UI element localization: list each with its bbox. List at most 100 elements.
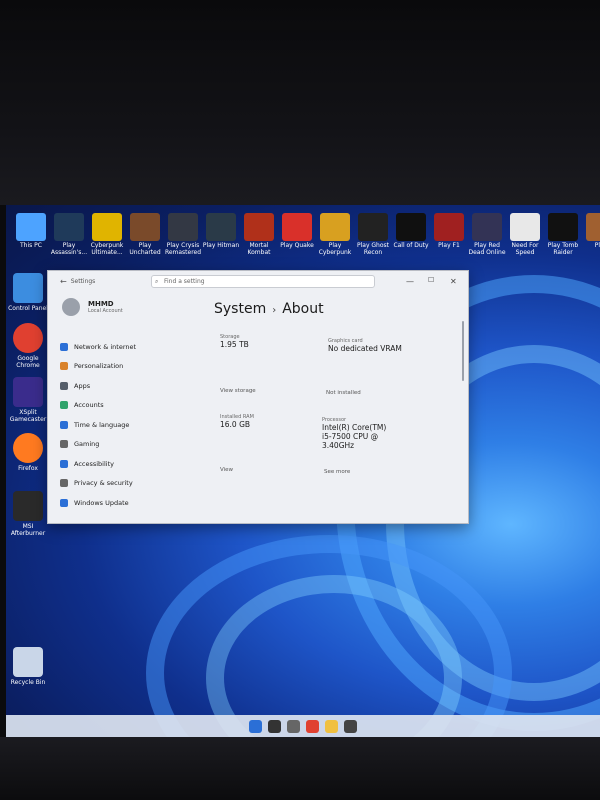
monitor-bezel-bottom [0, 737, 600, 800]
account-type: Local Account [88, 308, 123, 314]
desktop-icon-label: Play [594, 242, 600, 249]
processor-value: 3.40GHz [322, 441, 355, 450]
processor-spec[interactable]: Processor Intel(R) Core(TM) i5-7500 CPU … [322, 417, 386, 450]
settings-icon[interactable] [287, 719, 300, 733]
minimize-button[interactable]: — [406, 277, 414, 286]
search-icon[interactable] [268, 719, 281, 733]
chrome-icon[interactable] [306, 719, 319, 733]
nav-item[interactable]: Accessibility [60, 454, 180, 474]
app-icon [586, 213, 600, 241]
nav-item-label: Privacy & security [74, 479, 133, 488]
monitor-bezel-top [0, 0, 600, 205]
nav-item-label: Accessibility [74, 459, 114, 468]
shield-icon [60, 479, 68, 488]
app-icon [168, 213, 198, 241]
app-icon [320, 213, 350, 241]
desktop-icon[interactable]: Firefox [6, 433, 50, 472]
storage-spec[interactable]: Storage 1.95 TB [220, 334, 249, 349]
graphics-value: No dedicated VRAM [328, 344, 402, 353]
nav-item[interactable]: Apps [60, 376, 180, 396]
desktop-icon-label: Play Ghost Recon [356, 242, 390, 256]
page-title: About [282, 301, 324, 317]
desktop-icon-label: Play Tomb Raider [547, 242, 579, 256]
desktop-icon-label: Play Uncharted [129, 242, 161, 256]
user-name: MHMD [88, 300, 114, 308]
ram-value: 16.0 GB [220, 420, 251, 429]
nav-item-label: Time & language [74, 420, 130, 429]
nav-item[interactable]: Privacy & security [60, 474, 180, 494]
desktop-icon[interactable]: Need For Speed [506, 213, 544, 256]
desktop-icon-label: XSplit Gamecaster [9, 409, 47, 423]
breadcrumb-parent[interactable]: System [214, 301, 266, 317]
ram-link[interactable]: View [220, 467, 233, 473]
nav-item[interactable]: Network & internet [60, 337, 180, 357]
user-profile[interactable]: MHMD Local Account [62, 298, 123, 316]
globe-clock-icon [60, 420, 68, 429]
desktop-icon[interactable]: Play Red Dead Online [468, 213, 506, 256]
app-icon [13, 323, 43, 353]
app-icon [13, 433, 43, 463]
desktop-icon[interactable]: Play Uncharted [126, 213, 164, 256]
nav-item[interactable]: Personalization [60, 357, 180, 377]
desktop-icon[interactable]: Google Chrome [6, 323, 50, 369]
app-icon [548, 213, 578, 241]
app-icon [130, 213, 160, 241]
desktop-icon[interactable]: Play F1 [430, 213, 468, 249]
gear-icon[interactable] [344, 719, 357, 733]
app-icon [92, 213, 122, 241]
desktop-icon[interactable]: XSplit Gamecaster [6, 377, 50, 423]
nav-item[interactable]: Gaming [60, 435, 180, 455]
nav-item[interactable]: Windows Update [60, 493, 180, 513]
window-title: Settings [70, 277, 96, 285]
desktop-icon-label: This PC [20, 242, 42, 249]
app-icon [472, 213, 502, 241]
processor-value: i5-7500 CPU @ [322, 432, 379, 441]
search-input[interactable]: ⌕ Find a setting [151, 275, 375, 288]
desktop-icon[interactable]: Call of Duty [392, 213, 430, 249]
taskbar [6, 715, 600, 737]
desktop-icon[interactable]: Play Crysis Remastered [164, 213, 202, 256]
desktop-icon-label: Play Crysis Remastered [164, 242, 202, 256]
desktop-icon[interactable]: This PC [12, 213, 50, 249]
desktop-icon[interactable]: Play Cyberpunk [316, 213, 354, 256]
desktop-icon-label: Control Panel [8, 305, 48, 312]
nav-item[interactable]: Accounts [60, 396, 180, 416]
desktop-icon-label: Firefox [18, 465, 38, 472]
desktop-icon[interactable]: Recycle Bin [6, 647, 50, 686]
settings-nav: Network & internet Personalization Apps Acc… [60, 337, 180, 513]
processor-value: Intel(R) Core(TM) [322, 423, 387, 432]
graphics-link[interactable]: Not installed [326, 390, 361, 396]
storage-link[interactable]: View storage [220, 388, 256, 394]
desktop-icon[interactable]: MSI Afterburner [6, 491, 50, 537]
desktop-icon[interactable]: Control Panel [6, 273, 50, 312]
desktop-icon[interactable]: Play [582, 213, 600, 249]
desktop-icon[interactable]: Play Hitman [202, 213, 240, 249]
desktop-icon[interactable]: Mortal Kombat [240, 213, 278, 256]
desktop-icon[interactable]: Play Assassin's... [50, 213, 88, 256]
desktop-icon-label: Cyberpunk Ultimate... [90, 242, 124, 256]
nav-item-label: Personalization [74, 362, 124, 371]
file-explorer-icon[interactable] [325, 719, 338, 733]
desktop-icon-label: Google Chrome [16, 355, 40, 369]
app-icon [54, 213, 84, 241]
desktop-icon[interactable]: Play Tomb Raider [544, 213, 582, 256]
desktop-icon[interactable]: Play Quake [278, 213, 316, 249]
app-icon [206, 213, 236, 241]
maximize-button[interactable]: ☐ [428, 276, 434, 284]
search-icon: ⌕ [155, 278, 159, 285]
start-icon[interactable] [249, 719, 262, 733]
apps-icon [60, 381, 68, 390]
desktop-icon[interactable]: Play Ghost Recon [354, 213, 392, 256]
desktop-icon[interactable]: Cyberpunk Ultimate... [88, 213, 126, 256]
desktop-icon-label: Play Assassin's... [50, 242, 88, 256]
gamepad-icon [60, 440, 68, 449]
ram-spec[interactable]: Installed RAM 16.0 GB [220, 414, 254, 429]
close-button[interactable]: ✕ [450, 277, 457, 286]
back-arrow-icon[interactable]: ← [60, 277, 67, 286]
scrollbar[interactable] [462, 321, 464, 381]
wifi-icon [60, 342, 68, 351]
graphics-spec[interactable]: Graphics card No dedicated VRAM [328, 338, 402, 353]
desktop-icon-label: Play Cyberpunk [318, 242, 352, 256]
nav-item[interactable]: Time & language [60, 415, 180, 435]
processor-link[interactable]: See more [324, 469, 350, 475]
